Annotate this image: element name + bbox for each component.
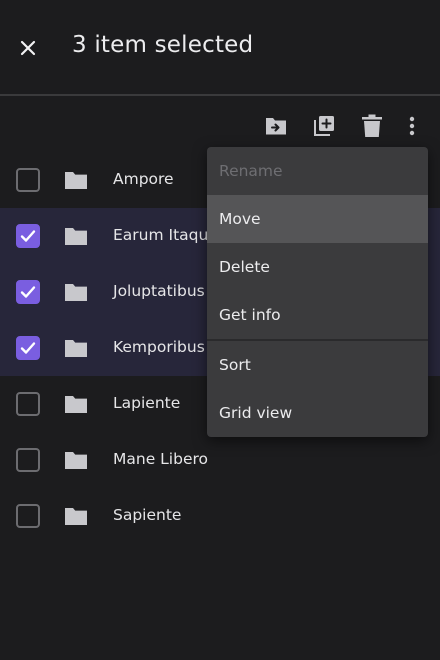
folder-name: Earum Itaque: [113, 226, 218, 244]
unchecked-checkbox[interactable]: [16, 504, 40, 528]
delete-button[interactable]: [358, 112, 386, 140]
checkmark-icon: [20, 230, 36, 242]
more-vert-icon: [409, 116, 415, 136]
folder-name: Lapiente: [113, 394, 181, 412]
selection-count-title: 3 item selected: [72, 32, 254, 58]
close-button[interactable]: [14, 34, 42, 62]
folder-name: Joluptatibus: [113, 282, 205, 300]
close-icon: [20, 40, 36, 56]
menu-item-get-info[interactable]: Get info: [207, 291, 428, 339]
folder-icon: [65, 172, 87, 189]
app-header: 3 item selected: [0, 0, 440, 96]
unchecked-checkbox[interactable]: [16, 448, 40, 472]
folder-row[interactable]: Mane Libero: [0, 432, 440, 488]
unchecked-checkbox[interactable]: [16, 168, 40, 192]
folder-icon: [65, 508, 87, 525]
checked-checkbox[interactable]: [16, 224, 40, 248]
folder-row[interactable]: Sapiente: [0, 488, 440, 544]
move-to-folder-icon: [266, 118, 286, 135]
folder-icon: [65, 452, 87, 469]
trash-icon: [362, 114, 382, 137]
overflow-menu: Rename Move Delete Get info Sort Grid view: [207, 147, 428, 437]
folder-name: Sapiente: [113, 506, 182, 524]
folder-icon: [65, 340, 87, 357]
folder-icon: [65, 228, 87, 245]
action-toolbar: [0, 104, 440, 148]
menu-item-sort[interactable]: Sort: [207, 341, 428, 389]
menu-item-rename: Rename: [219, 162, 283, 180]
checked-checkbox[interactable]: [16, 336, 40, 360]
add-copy-icon: [314, 116, 334, 136]
checked-checkbox[interactable]: [16, 280, 40, 304]
add-copy-button[interactable]: [310, 112, 338, 140]
menu-item-delete[interactable]: Delete: [207, 243, 428, 291]
folder-icon: [65, 284, 87, 301]
folder-name: Kemporibus: [113, 338, 205, 356]
checkmark-icon: [20, 286, 36, 298]
folder-name: Ampore: [113, 170, 174, 188]
menu-item-grid-view[interactable]: Grid view: [207, 389, 428, 437]
menu-item-move[interactable]: Move: [207, 195, 428, 243]
folder-icon: [65, 396, 87, 413]
folder-name: Mane Libero: [113, 450, 208, 468]
more-options-button[interactable]: [398, 112, 426, 140]
unchecked-checkbox[interactable]: [16, 392, 40, 416]
checkmark-icon: [20, 342, 36, 354]
move-to-folder-button[interactable]: [262, 112, 290, 140]
